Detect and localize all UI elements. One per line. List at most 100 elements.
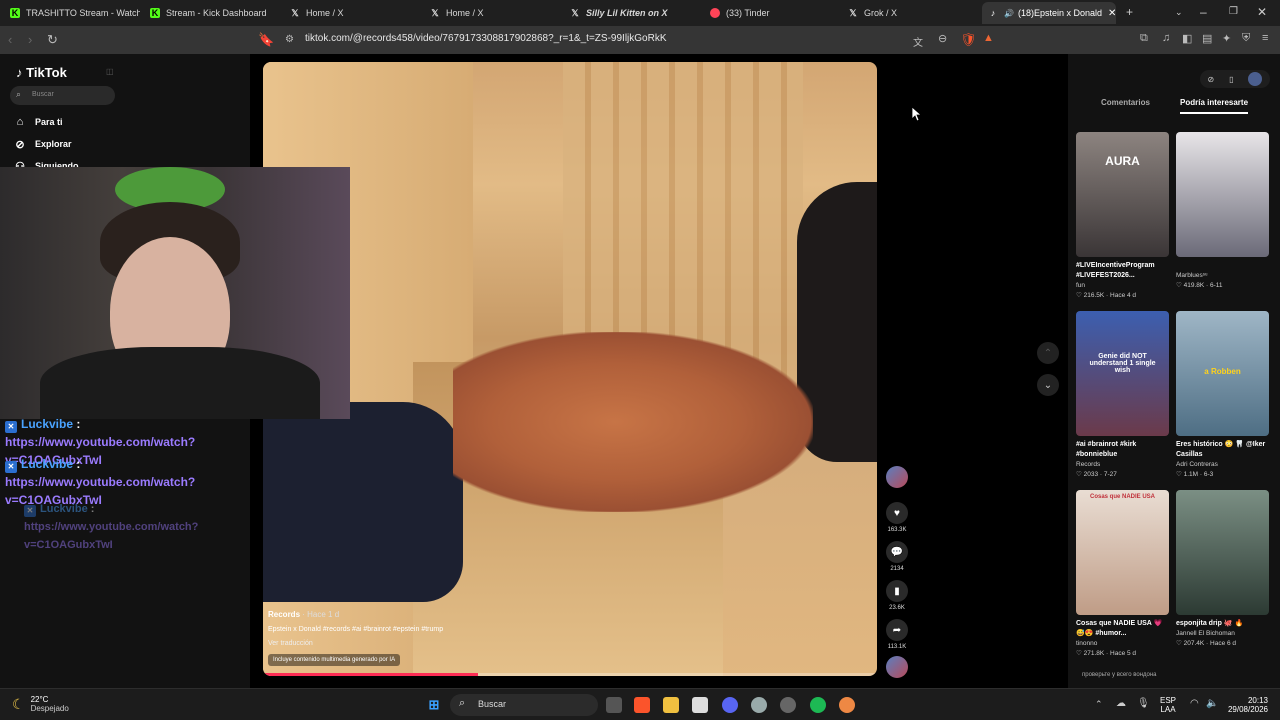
- video-card[interactable]: esponjita drip 🐙 🔥 Jannell El Bichoman ♡…: [1176, 490, 1269, 647]
- chat-username: Luckvibe: [40, 503, 88, 515]
- back-icon[interactable]: ‹: [8, 32, 12, 47]
- clock[interactable]: 20:13 29/08/2026: [1224, 696, 1268, 714]
- reload-icon[interactable]: ↻: [47, 32, 58, 48]
- video-progress-bar[interactable]: [263, 673, 877, 676]
- tab-trashitto-stream[interactable]: K TRASHITTO Stream - Watch Liv: [10, 2, 140, 24]
- tiktok-note-icon: ♪: [16, 65, 23, 80]
- address-toolbar: ‹ › ↻ 🔖 ⚙ tiktok.com/@records458/video/7…: [0, 26, 1280, 54]
- settings-icon[interactable]: [751, 697, 767, 713]
- tiktok-icon: ♪: [990, 8, 996, 18]
- brave-shields-icon[interactable]: 🛡: [960, 32, 977, 48]
- new-tab-button[interactable]: +: [1126, 5, 1133, 19]
- start-button[interactable]: ⊞: [426, 697, 442, 713]
- recommendation-panel: ⊘ ▯ Comentarios Podría interesarte AURA …: [1068, 54, 1280, 688]
- sidebar-toggle-icon[interactable]: ◧: [1182, 32, 1192, 45]
- phone-icon[interactable]: ▯: [1229, 75, 1233, 84]
- brave-taskbar-icon[interactable]: [634, 697, 650, 713]
- tray-expand-icon[interactable]: ⌃: [1095, 699, 1103, 710]
- task-view-icon[interactable]: [606, 697, 622, 713]
- vpn-icon[interactable]: ⛨: [1242, 32, 1250, 45]
- video-card[interactable]: AURA #LIVEIncentiveProgram #LIVEFEST2026…: [1076, 132, 1169, 299]
- video-card[interactable]: Marbluesˢᵘ ♡ 419.8K · 6-11: [1176, 132, 1269, 289]
- share-count: 113.1K: [887, 644, 907, 650]
- sound-avatar[interactable]: [886, 656, 908, 678]
- sidebar-item-explorar[interactable]: ⊘ Explorar: [14, 138, 71, 151]
- wallet-icon[interactable]: ▤: [1202, 32, 1212, 45]
- video-card[interactable]: Cosas que NADIE USA Cosas que NADIE USA …: [1076, 490, 1169, 657]
- card-stats-text: 271.8K · Hace 5 d: [1083, 650, 1137, 657]
- microphone-icon[interactable]: 🎙: [1137, 698, 1150, 709]
- video-player[interactable]: Records · Hace 1 d Epstein x Donald #rec…: [263, 62, 877, 676]
- tab-podria-interesarte[interactable]: Podría interesarte: [1180, 98, 1249, 114]
- file-explorer-icon[interactable]: [663, 697, 679, 713]
- translate-icon[interactable]: 文: [913, 34, 923, 49]
- bookmark-icon[interactable]: 🔖: [258, 32, 274, 48]
- media-icon[interactable]: ♫: [1162, 32, 1170, 44]
- forward-icon[interactable]: ›: [28, 32, 32, 47]
- video-author-name: Records: [268, 610, 301, 619]
- onedrive-icon[interactable]: ☁: [1116, 698, 1126, 709]
- compass-icon[interactable]: ⊘: [1207, 75, 1214, 84]
- chrome-icon[interactable]: [839, 697, 855, 713]
- brave-rewards-icon[interactable]: ▲: [983, 32, 994, 44]
- card-stats-text: 1.1M · 6-3: [1183, 471, 1214, 478]
- author-avatar[interactable]: [886, 466, 908, 488]
- video-card[interactable]: Genie did NOT understand 1 single wish #…: [1076, 311, 1169, 478]
- zoom-icon[interactable]: ⊖: [938, 32, 947, 45]
- tiktok-logo[interactable]: ♪ TikTok: [16, 65, 67, 80]
- tab-home-x-1[interactable]: 𝕏 Home / X: [290, 2, 420, 24]
- tab-label: Grok / X: [864, 8, 898, 18]
- video-age: Hace 1 d: [307, 610, 340, 619]
- taskbar-search[interactable]: ⌕ Buscar: [450, 694, 598, 716]
- tab-grok[interactable]: 𝕏 Grok / X: [848, 2, 968, 24]
- language-indicator[interactable]: ESP LAA: [1160, 696, 1176, 714]
- minimize-button[interactable]: –: [1200, 5, 1207, 19]
- tab-home-x-2[interactable]: 𝕏 Home / X: [430, 2, 560, 24]
- next-video-button[interactable]: ⌄: [1037, 374, 1059, 396]
- search-input[interactable]: ⌕ Buscar: [10, 86, 115, 105]
- video-thumbnail: [1176, 132, 1269, 257]
- webcam-overlay: [0, 167, 350, 419]
- kick-badge-icon: ✕: [5, 421, 17, 433]
- maximize-button[interactable]: ❐: [1229, 6, 1238, 17]
- tab-epstein-donald[interactable]: ♪ 🔊 (18)Epstein x Donald ✕: [982, 2, 1116, 24]
- card-author: Jannell El Bichoman: [1176, 630, 1235, 637]
- leo-ai-icon[interactable]: ✦: [1222, 32, 1231, 45]
- volume-icon[interactable]: 🔈: [1206, 698, 1218, 709]
- previous-video-button[interactable]: ⌃: [1037, 342, 1059, 364]
- tab-silly-lil-kitten[interactable]: 𝕏 Silly Lil Kitten on X: [570, 2, 690, 24]
- translate-link[interactable]: Ver traducción: [268, 640, 443, 647]
- video-card[interactable]: a Robben Eres histórico 😳 🦷 @Iker Casill…: [1176, 311, 1269, 478]
- tab-comentarios[interactable]: Comentarios: [1101, 98, 1150, 107]
- sidebar-item-para-ti[interactable]: ⌂ Para ti: [14, 116, 63, 128]
- like-button[interactable]: ♥ 163.3K: [886, 502, 908, 533]
- url-field[interactable]: tiktok.com/@records458/video/76791733088…: [305, 33, 667, 44]
- profile-icon[interactable]: [1248, 72, 1263, 86]
- share-button[interactable]: ➦ 113.1K: [886, 619, 908, 650]
- wifi-icon[interactable]: ◠: [1190, 698, 1199, 709]
- tab-tinder[interactable]: (33) Tinder: [710, 2, 830, 24]
- steam-icon[interactable]: [780, 697, 796, 713]
- obs-icon[interactable]: [692, 697, 708, 713]
- weather-widget[interactable]: ☾ 22°C Despejado: [12, 695, 69, 713]
- tab-kick-dashboard[interactable]: K Stream - Kick Dashboard: [150, 2, 280, 24]
- site-info-icon[interactable]: ⚙: [285, 34, 294, 45]
- extensions-icon[interactable]: ⧉: [1140, 32, 1148, 45]
- card-stats: ♡ 419.8K · 6-11: [1176, 282, 1223, 289]
- tab-label: (33) Tinder: [726, 8, 770, 18]
- x-icon: 𝕏: [849, 7, 857, 18]
- video-author[interactable]: Records · Hace 1 d: [268, 610, 443, 619]
- tab-label: TRASHITTO Stream - Watch Liv: [26, 8, 140, 18]
- menu-icon[interactable]: ≡: [1262, 32, 1268, 44]
- close-window-button[interactable]: ✕: [1257, 5, 1267, 19]
- chevron-up-icon: ⌃: [1043, 347, 1053, 359]
- weather-desc: Despejado: [30, 704, 69, 713]
- comment-button[interactable]: 💬 2134: [886, 541, 908, 572]
- discord-icon[interactable]: [722, 697, 738, 713]
- speaker-icon[interactable]: 🔊: [1004, 9, 1014, 18]
- spotify-icon[interactable]: [810, 697, 826, 713]
- tab-search-icon[interactable]: ⌄: [1175, 7, 1183, 18]
- save-button[interactable]: ▮ 23.6K: [886, 580, 908, 611]
- collapse-sidebar-icon[interactable]: ◫: [106, 67, 114, 76]
- close-tab-icon[interactable]: ✕: [1108, 8, 1116, 19]
